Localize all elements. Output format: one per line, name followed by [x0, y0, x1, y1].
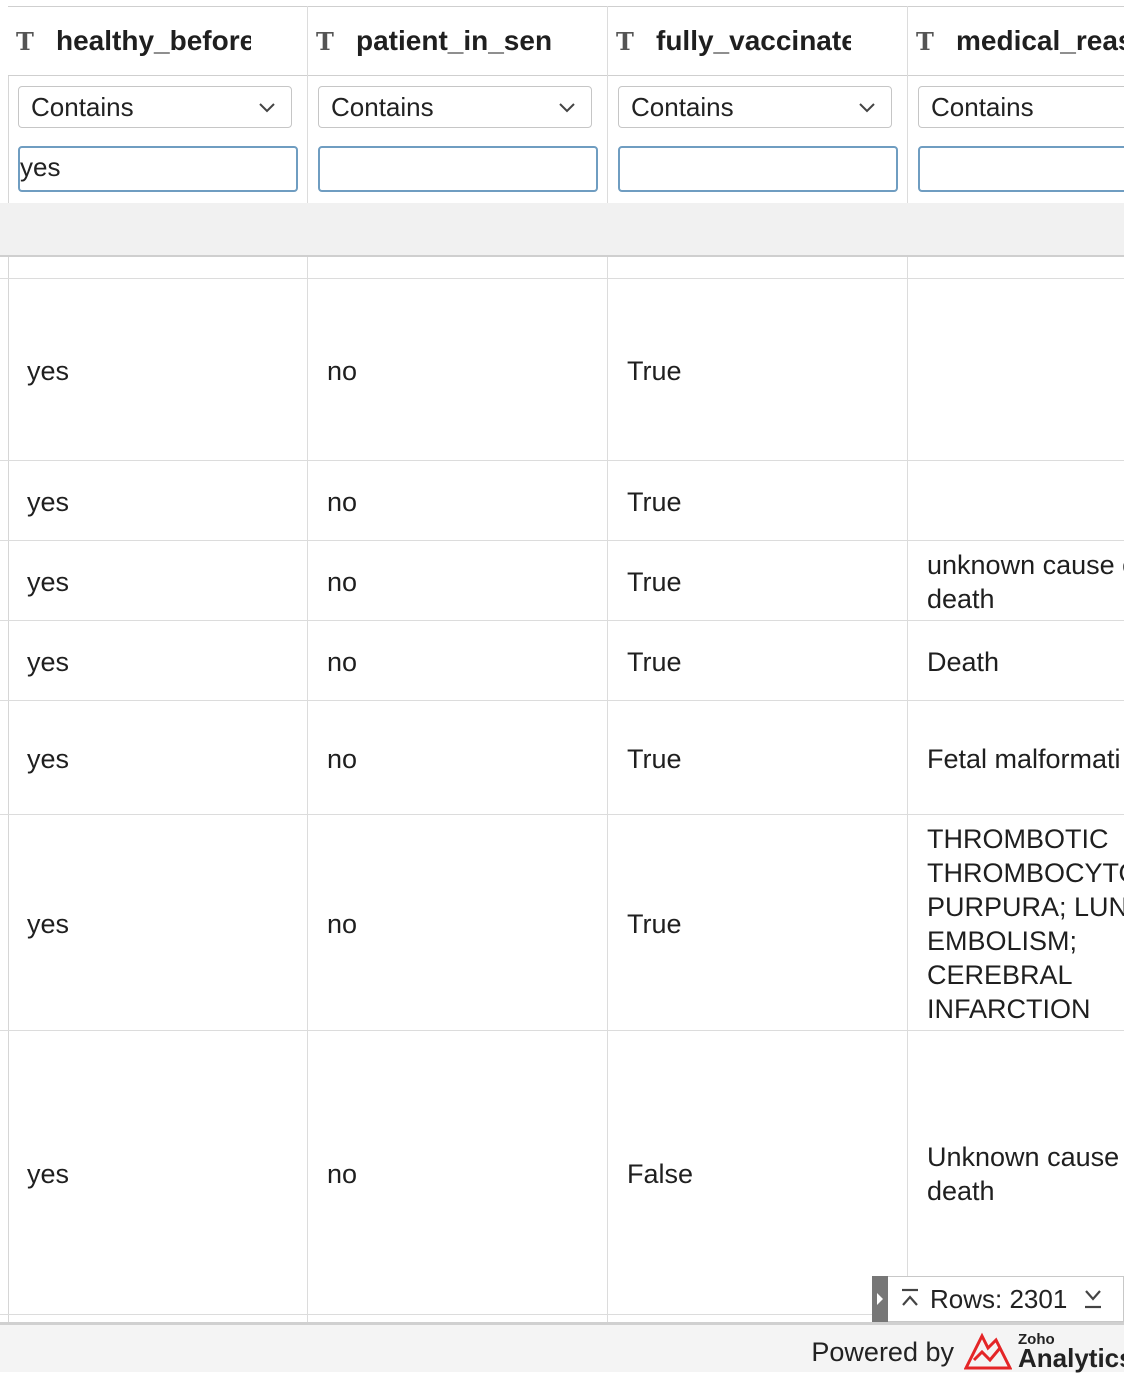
data-grid: T healthy_before_ Contains yes T patient… [0, 6, 1124, 1322]
table-cell[interactable]: yes [27, 485, 69, 519]
filter-operator-select[interactable]: Contains [918, 86, 1124, 128]
row-divider [0, 1030, 1124, 1031]
text-type-icon: T [316, 26, 334, 56]
table-cell[interactable]: yes [27, 565, 69, 599]
table-cell[interactable]: True [627, 565, 682, 599]
row-divider [0, 540, 1124, 541]
footer-bar: Powered by [0, 1322, 1124, 1372]
table-cell[interactable]: True [627, 742, 682, 776]
column-title[interactable]: healthy_before_ [56, 25, 251, 57]
table-cell[interactable]: True [627, 354, 682, 388]
filter-value-input[interactable] [318, 146, 598, 192]
filter-operator-select[interactable]: Contains [318, 86, 592, 128]
table-cell[interactable]: unknown cause o death [927, 548, 1124, 616]
scroll-to-bottom-icon[interactable] [1081, 1287, 1105, 1311]
brand-name: Analytics [1018, 1343, 1124, 1373]
filter-operator-value: Contains [931, 91, 1034, 122]
table-cell[interactable]: no [327, 485, 357, 519]
table-cell[interactable]: yes [27, 907, 69, 941]
text-type-icon: T [616, 26, 634, 56]
row-divider [0, 620, 1124, 621]
table-cell[interactable]: yes [27, 354, 69, 388]
table-cell[interactable]: no [327, 907, 357, 941]
chevron-down-icon [559, 103, 575, 113]
table-cell[interactable]: False [627, 1157, 693, 1191]
filter-value-input[interactable]: yes [18, 146, 298, 192]
scroll-to-top-icon[interactable] [898, 1287, 922, 1311]
table-cell[interactable]: no [327, 565, 357, 599]
table-cell[interactable]: yes [27, 645, 69, 679]
table-cell[interactable]: True [627, 485, 682, 519]
table-cell[interactable]: no [327, 1157, 357, 1191]
filter-operator-value: Contains [631, 91, 734, 122]
table-cell[interactable]: True [627, 645, 682, 679]
filter-operator-value: Contains [31, 91, 134, 122]
column-title[interactable]: medical_reaso [956, 25, 1124, 57]
summary-band [0, 203, 1124, 257]
row-divider [0, 278, 1124, 279]
table-cell[interactable]: True [627, 907, 682, 941]
filter-operator-select[interactable]: Contains [618, 86, 892, 128]
column-header[interactable]: T patient_in_senic [308, 6, 607, 76]
column-header[interactable]: T healthy_before_ [8, 6, 307, 76]
rows-counter-bar: Rows: 2301 [872, 1276, 1124, 1322]
column-title[interactable]: fully_vaccinatec [656, 25, 851, 57]
column-header[interactable]: T fully_vaccinatec [608, 6, 907, 76]
table-cell[interactable]: yes [27, 1157, 69, 1191]
expand-handle-icon[interactable] [872, 1276, 888, 1322]
column-header[interactable]: T medical_reaso [908, 6, 1124, 76]
text-type-icon: T [16, 26, 34, 56]
filter-operator-select[interactable]: Contains [18, 86, 292, 128]
text-type-icon: T [916, 26, 934, 56]
filter-operator-value: Contains [331, 91, 434, 122]
table-cell[interactable]: THROMBOTIC THROMBOCYTO PURPURA; LUNG EMB… [927, 822, 1124, 1026]
zoho-analytics-logo[interactable] [964, 1330, 1012, 1370]
table-cell[interactable]: Death [927, 645, 1124, 679]
rows-count: Rows: 2301 [930, 1283, 1068, 1314]
table-cell[interactable]: yes [27, 742, 69, 776]
table-cell[interactable]: no [327, 354, 357, 388]
table-cell[interactable]: no [327, 742, 357, 776]
column-title[interactable]: patient_in_senic [356, 25, 551, 57]
filter-value-input[interactable] [918, 146, 1124, 192]
filter-value-input[interactable] [618, 146, 898, 192]
table-cell[interactable]: Fetal malformati [927, 742, 1124, 776]
row-divider [0, 700, 1124, 701]
table-cell[interactable]: no [327, 645, 357, 679]
row-divider [0, 814, 1124, 815]
chevron-down-icon [859, 103, 875, 113]
table-cell[interactable]: Unknown cause death [927, 1140, 1124, 1208]
row-divider [0, 460, 1124, 461]
powered-by-label: Powered by [811, 1337, 954, 1367]
chevron-down-icon [259, 103, 275, 113]
